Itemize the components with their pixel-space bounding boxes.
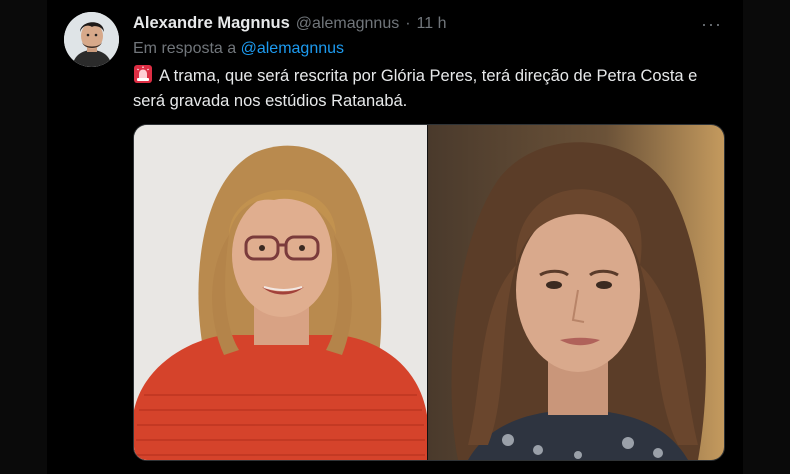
separator-dot: · [405, 15, 411, 32]
siren-icon [134, 65, 152, 83]
right-column-gutter [743, 0, 790, 474]
photo-woman-glasses [134, 125, 427, 460]
tweet-media-grid[interactable] [133, 124, 725, 461]
tweet-timestamp[interactable]: 11 h [417, 15, 447, 33]
reply-mention-link[interactable]: @alemagnnus [241, 40, 344, 57]
media-photo-left[interactable] [134, 125, 427, 460]
tweet-text: A trama, que será rescrita por Glória Pe… [133, 64, 733, 114]
avatar[interactable] [64, 12, 119, 67]
more-options-icon[interactable]: ··· [701, 14, 722, 35]
left-column-gutter [0, 0, 47, 474]
photo-woman-portrait [428, 125, 724, 460]
reply-context: Em resposta a @alemagnnus [133, 40, 344, 58]
tweet-header: Alexandre Magnnus @alemagnnus · 11 h [133, 14, 447, 36]
author-handle[interactable]: @alemagnnus [296, 15, 399, 33]
tweet-body-text: A trama, que será rescrita por Glória Pe… [133, 67, 698, 110]
tweet[interactable]: Alexandre Magnnus @alemagnnus · 11 h ···… [50, 0, 740, 474]
author-name[interactable]: Alexandre Magnnus [133, 14, 290, 33]
avatar-photo [64, 12, 119, 67]
reply-prefix: Em resposta a [133, 40, 237, 57]
media-photo-right[interactable] [428, 125, 724, 460]
